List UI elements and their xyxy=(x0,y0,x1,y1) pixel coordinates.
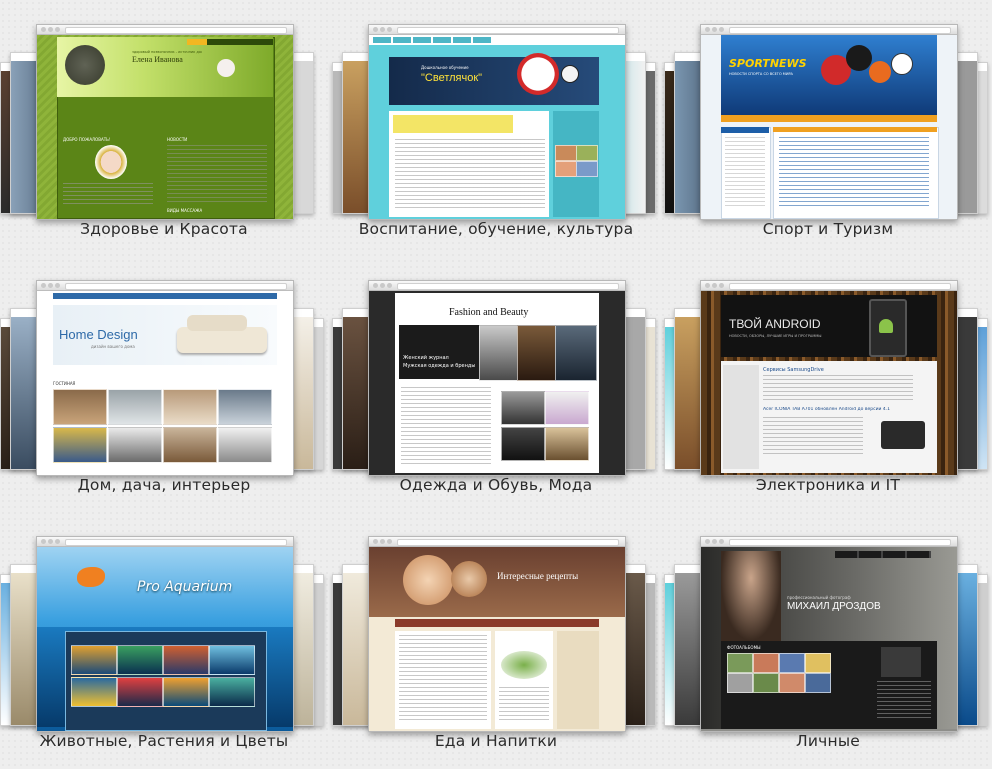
site-title: Елена Иванова xyxy=(132,55,183,64)
site-title: "Светлячок" xyxy=(421,72,483,84)
site-title: Интересные рецепты xyxy=(497,571,579,581)
category-caption[interactable]: Дом, дача, интерьер xyxy=(0,476,328,494)
site-subtitle: Дошкольное обучение xyxy=(421,65,469,70)
category-tile-sport[interactable]: SPORTNEWS НОВОСТИ СПОРТА СО ВСЕГО МИРА С… xyxy=(664,12,992,257)
category-tile-personal[interactable]: профессиональный фотограф МИХАИЛ ДРОЗДОВ… xyxy=(664,524,992,769)
banner-line-2: Мужская одежда и бренды xyxy=(403,363,476,369)
site-title: SPORTNEWS xyxy=(729,57,807,70)
template-preview-window[interactable]: Дошкольное обучение "Светлячок" xyxy=(368,24,626,220)
site-subtitle: здоровый позвоночник - источник долголет… xyxy=(132,50,202,54)
site-title: Fashion and Beauty xyxy=(449,307,529,318)
template-preview-window[interactable]: Интересные рецепты xyxy=(368,536,626,732)
site-subtitle: НОВОСТИ СПОРТА СО ВСЕГО МИРА xyxy=(729,72,793,76)
category-caption[interactable]: Одежда и Обувь, Мода xyxy=(332,476,660,494)
category-caption[interactable]: Еда и Напитки xyxy=(332,732,660,750)
site-title: Pro Aquarium xyxy=(137,579,233,595)
news-heading: НОВОСТИ xyxy=(167,137,188,142)
site-title: МИХАИЛ ДРОЗДОВ xyxy=(787,601,881,612)
category-caption[interactable]: Здоровье и Красота xyxy=(0,220,328,238)
category-caption[interactable]: Спорт и Туризм xyxy=(664,220,992,238)
site-title: ТВОЙ ANDROID xyxy=(729,317,821,331)
template-preview-window[interactable]: Home Design дизайн вашего дома ГОСТИНАЯ xyxy=(36,280,294,476)
template-preview-window[interactable]: профессиональный фотограф МИХАИЛ ДРОЗДОВ… xyxy=(700,536,958,732)
category-caption[interactable]: Воспитание, обучение, культура xyxy=(332,220,660,238)
category-tile-fashion[interactable]: Fashion and Beauty Женский журнал Мужска… xyxy=(332,268,660,513)
banner-line-1: Женский журнал xyxy=(403,355,449,361)
welcome-heading: ДОБРО ПОЖАЛОВАТЬ! xyxy=(63,137,111,142)
gallery-heading: ФОТОАЛЬБОМЫ xyxy=(727,645,761,650)
category-caption[interactable]: Животные, Растения и Цветы xyxy=(0,732,328,750)
template-preview-window[interactable]: Елена Иванова здоровый позвоночник - ист… xyxy=(36,24,294,220)
site-subtitle: НОВОСТИ, ОБЗОРЫ, ЛУЧШИЕ ИГРЫ И ПРОГРАММЫ xyxy=(729,334,822,338)
site-title: Home Design xyxy=(59,327,138,342)
section-heading: ГОСТИНАЯ xyxy=(53,381,76,386)
template-preview-window[interactable]: Pro Aquarium xyxy=(36,536,294,732)
footer-heading: ВИДЫ МАССАЖА xyxy=(167,208,203,213)
headline-2: Acer ICONIA TAB A701 обновлен Android до… xyxy=(763,407,891,412)
category-tile-food[interactable]: Интересные рецепты Еда и Напитки xyxy=(332,524,660,769)
category-tile-animals[interactable]: Pro Aquarium Животные, Растения и Цветы xyxy=(0,524,328,769)
template-preview-window[interactable]: SPORTNEWS НОВОСТИ СПОРТА СО ВСЕГО МИРА xyxy=(700,24,958,220)
category-caption[interactable]: Личные xyxy=(664,732,992,750)
category-tile-home[interactable]: Home Design дизайн вашего дома ГОСТИНАЯ … xyxy=(0,268,328,513)
category-tile-edu[interactable]: Дошкольное обучение "Светлячок" Воспитан… xyxy=(332,12,660,257)
category-caption[interactable]: Электроника и IT xyxy=(664,476,992,494)
category-tile-electronics[interactable]: ТВОЙ ANDROID НОВОСТИ, ОБЗОРЫ, ЛУЧШИЕ ИГР… xyxy=(664,268,992,513)
template-preview-window[interactable]: Fashion and Beauty Женский журнал Мужска… xyxy=(368,280,626,476)
site-subtitle: дизайн вашего дома xyxy=(91,344,135,349)
template-preview-window[interactable]: ТВОЙ ANDROID НОВОСТИ, ОБЗОРЫ, ЛУЧШИЕ ИГР… xyxy=(700,280,958,476)
headline: Сервисы SamsungDrive xyxy=(763,367,824,373)
category-tile-health[interactable]: Елена Иванова здоровый позвоночник - ист… xyxy=(0,12,328,257)
